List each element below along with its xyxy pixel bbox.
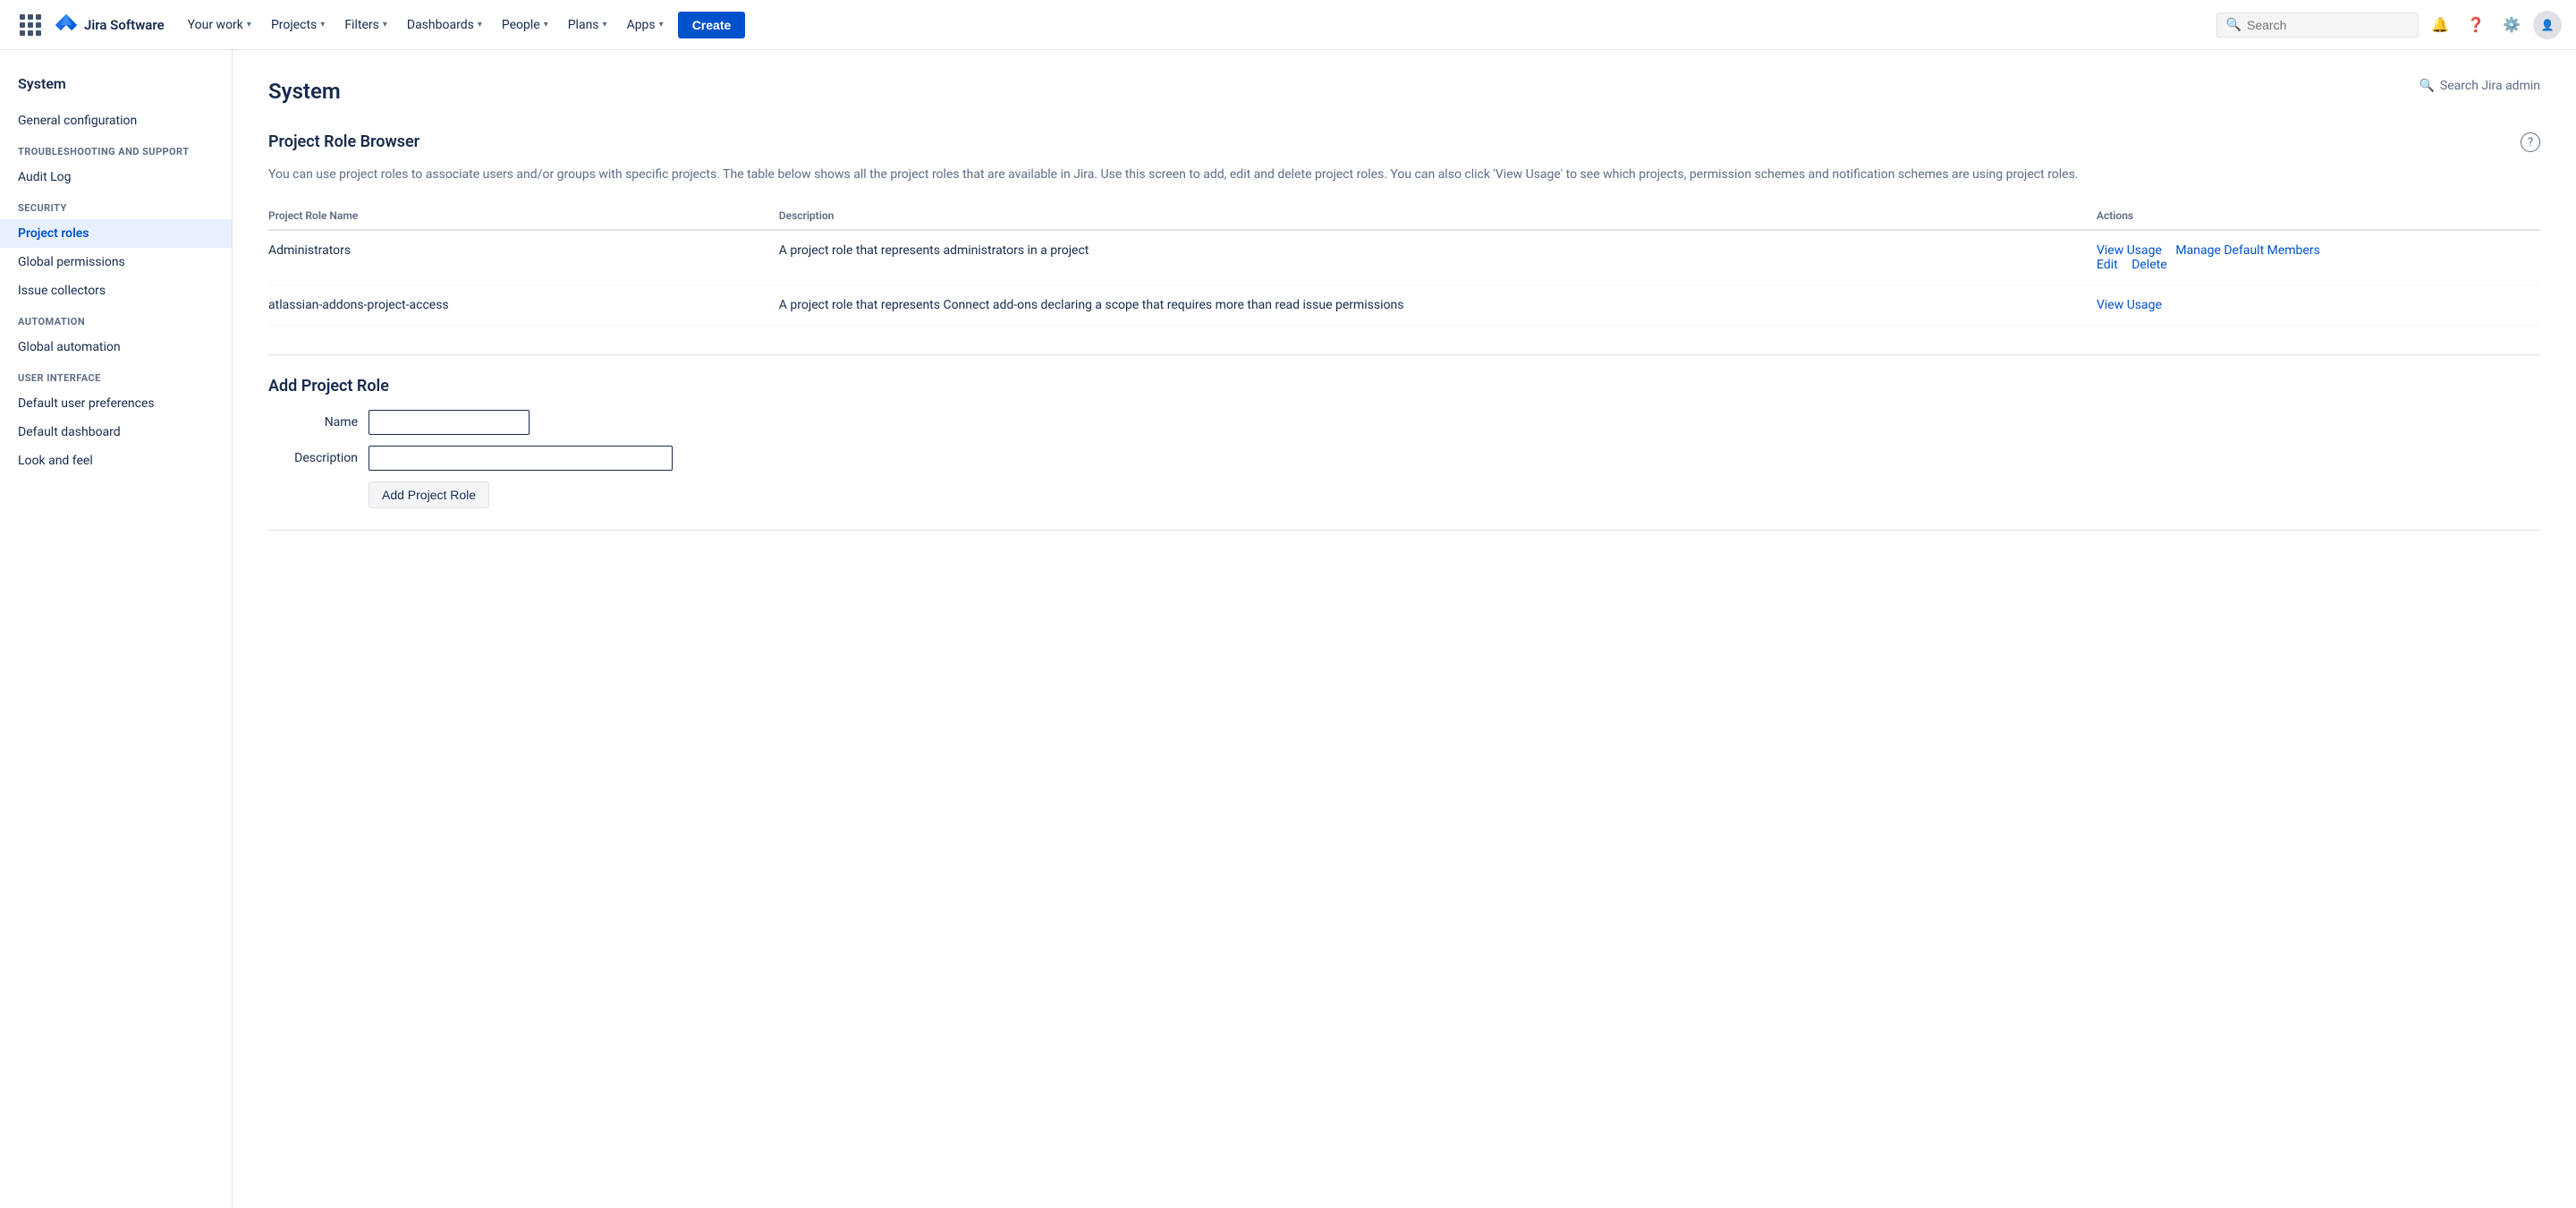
form-row-name: Name xyxy=(268,410,2540,435)
logo-text: Jira Software xyxy=(84,17,165,33)
sidebar-item-default-dashboard[interactable]: Default dashboard xyxy=(0,418,232,447)
description-input[interactable] xyxy=(369,446,673,471)
nav-apps[interactable]: Apps ▾ xyxy=(618,13,673,38)
topnav-right-actions: 🔍 🔔 ❓ ⚙️ 👤 xyxy=(2216,11,2562,39)
search-icon: 🔍 xyxy=(2226,18,2241,32)
role-actions-administrators: View Usage Manage Default Members Edit D… xyxy=(2086,230,2540,285)
sidebar-item-look-and-feel[interactable]: Look and feel xyxy=(0,447,232,475)
search-input[interactable] xyxy=(2247,18,2409,32)
top-navigation: Jira Software Your work ▾ Projects ▾ Fil… xyxy=(0,0,2576,50)
sidebar: System General configuration TROUBLESHOO… xyxy=(0,50,233,1208)
form-actions: Add Project Role xyxy=(268,481,2540,508)
project-roles-table: Project Role Name Description Actions Ad… xyxy=(268,202,2540,326)
sidebar-section-automation: AUTOMATION xyxy=(0,305,232,333)
role-name-administrators: Administrators xyxy=(268,230,768,285)
search-box[interactable]: 🔍 xyxy=(2216,13,2419,38)
sidebar-item-global-automation[interactable]: Global automation xyxy=(0,333,232,362)
search-jira-admin-link[interactable]: 🔍 Search Jira admin xyxy=(2419,79,2540,93)
col-header-name: Project Role Name xyxy=(268,202,768,230)
view-usage-link-administrators[interactable]: View Usage xyxy=(2097,243,2162,258)
delete-link-administrators[interactable]: Delete xyxy=(2131,258,2166,272)
section-title: Project Role Browser xyxy=(268,132,419,151)
section-description: You can use project roles to associate u… xyxy=(268,166,2540,184)
chevron-down-icon: ▾ xyxy=(383,20,387,30)
role-desc-administrators: A project role that represents administr… xyxy=(768,230,2086,285)
search-admin-icon: 🔍 xyxy=(2419,79,2434,93)
sidebar-section-user-interface: USER INTERFACE xyxy=(0,362,232,389)
col-header-description: Description xyxy=(768,202,2086,230)
name-input[interactable] xyxy=(369,410,530,435)
col-header-actions: Actions xyxy=(2086,202,2540,230)
sidebar-item-default-user-preferences[interactable]: Default user preferences xyxy=(0,389,232,418)
sidebar-item-general-configuration[interactable]: General configuration xyxy=(0,106,232,135)
sidebar-section-security: SECURITY xyxy=(0,191,232,219)
sidebar-item-issue-collectors[interactable]: Issue collectors xyxy=(0,276,232,305)
settings-button[interactable]: ⚙️ xyxy=(2497,11,2526,39)
grid-icon xyxy=(20,14,41,36)
page-title: System xyxy=(268,79,341,104)
nav-your-work[interactable]: Your work ▾ xyxy=(179,13,260,38)
chevron-down-icon: ▾ xyxy=(603,20,607,30)
manage-default-members-link[interactable]: Manage Default Members xyxy=(2175,243,2319,258)
bottom-divider xyxy=(268,530,2540,531)
chevron-down-icon: ▾ xyxy=(478,20,482,30)
jira-logo[interactable]: Jira Software xyxy=(54,13,165,38)
chevron-down-icon: ▾ xyxy=(544,20,548,30)
app-layout: System General configuration TROUBLESHOO… xyxy=(0,50,2576,1208)
nav-dashboards[interactable]: Dashboards ▾ xyxy=(398,13,491,38)
edit-link-administrators[interactable]: Edit xyxy=(2097,258,2118,272)
form-row-description: Description xyxy=(268,446,2540,471)
sidebar-item-global-permissions[interactable]: Global permissions xyxy=(0,248,232,276)
nav-projects[interactable]: Projects ▾ xyxy=(262,13,334,38)
nav-plans[interactable]: Plans ▾ xyxy=(559,13,616,38)
nav-filters[interactable]: Filters ▾ xyxy=(335,13,396,38)
nav-people[interactable]: People ▾ xyxy=(493,13,557,38)
name-label: Name xyxy=(268,415,358,430)
role-desc-addons: A project role that represents Connect a… xyxy=(768,285,2086,326)
sidebar-system-title: System xyxy=(0,68,232,106)
table-row: atlassian-addons-project-access A projec… xyxy=(268,285,2540,326)
create-button[interactable]: Create xyxy=(678,12,746,38)
main-nav: Your work ▾ Projects ▾ Filters ▾ Dashboa… xyxy=(179,12,2199,38)
add-section-title: Add Project Role xyxy=(268,354,2540,396)
chevron-down-icon: ▾ xyxy=(247,20,251,30)
chevron-down-icon: ▾ xyxy=(320,20,325,30)
page-header-row: System 🔍 Search Jira admin xyxy=(268,79,2540,125)
notifications-button[interactable]: 🔔 xyxy=(2426,11,2454,39)
sidebar-item-project-roles[interactable]: Project roles xyxy=(0,219,232,248)
description-label: Description xyxy=(268,451,358,465)
help-button[interactable]: ❓ xyxy=(2462,11,2490,39)
role-name-addons: atlassian-addons-project-access xyxy=(268,285,768,326)
avatar[interactable]: 👤 xyxy=(2533,11,2562,39)
app-switcher-button[interactable] xyxy=(14,9,47,41)
main-content: System 🔍 Search Jira admin Project Role … xyxy=(233,50,2576,1208)
view-usage-link-addons[interactable]: View Usage xyxy=(2097,298,2162,312)
add-project-role-button[interactable]: Add Project Role xyxy=(369,481,489,508)
chevron-down-icon: ▾ xyxy=(659,20,664,30)
sidebar-item-audit-log[interactable]: Audit Log xyxy=(0,163,232,191)
help-circle-icon[interactable]: ? xyxy=(2521,132,2540,152)
sidebar-section-troubleshooting: TROUBLESHOOTING AND SUPPORT xyxy=(0,135,232,163)
role-actions-addons: View Usage xyxy=(2086,285,2540,326)
table-row: Administrators A project role that repre… xyxy=(268,230,2540,285)
